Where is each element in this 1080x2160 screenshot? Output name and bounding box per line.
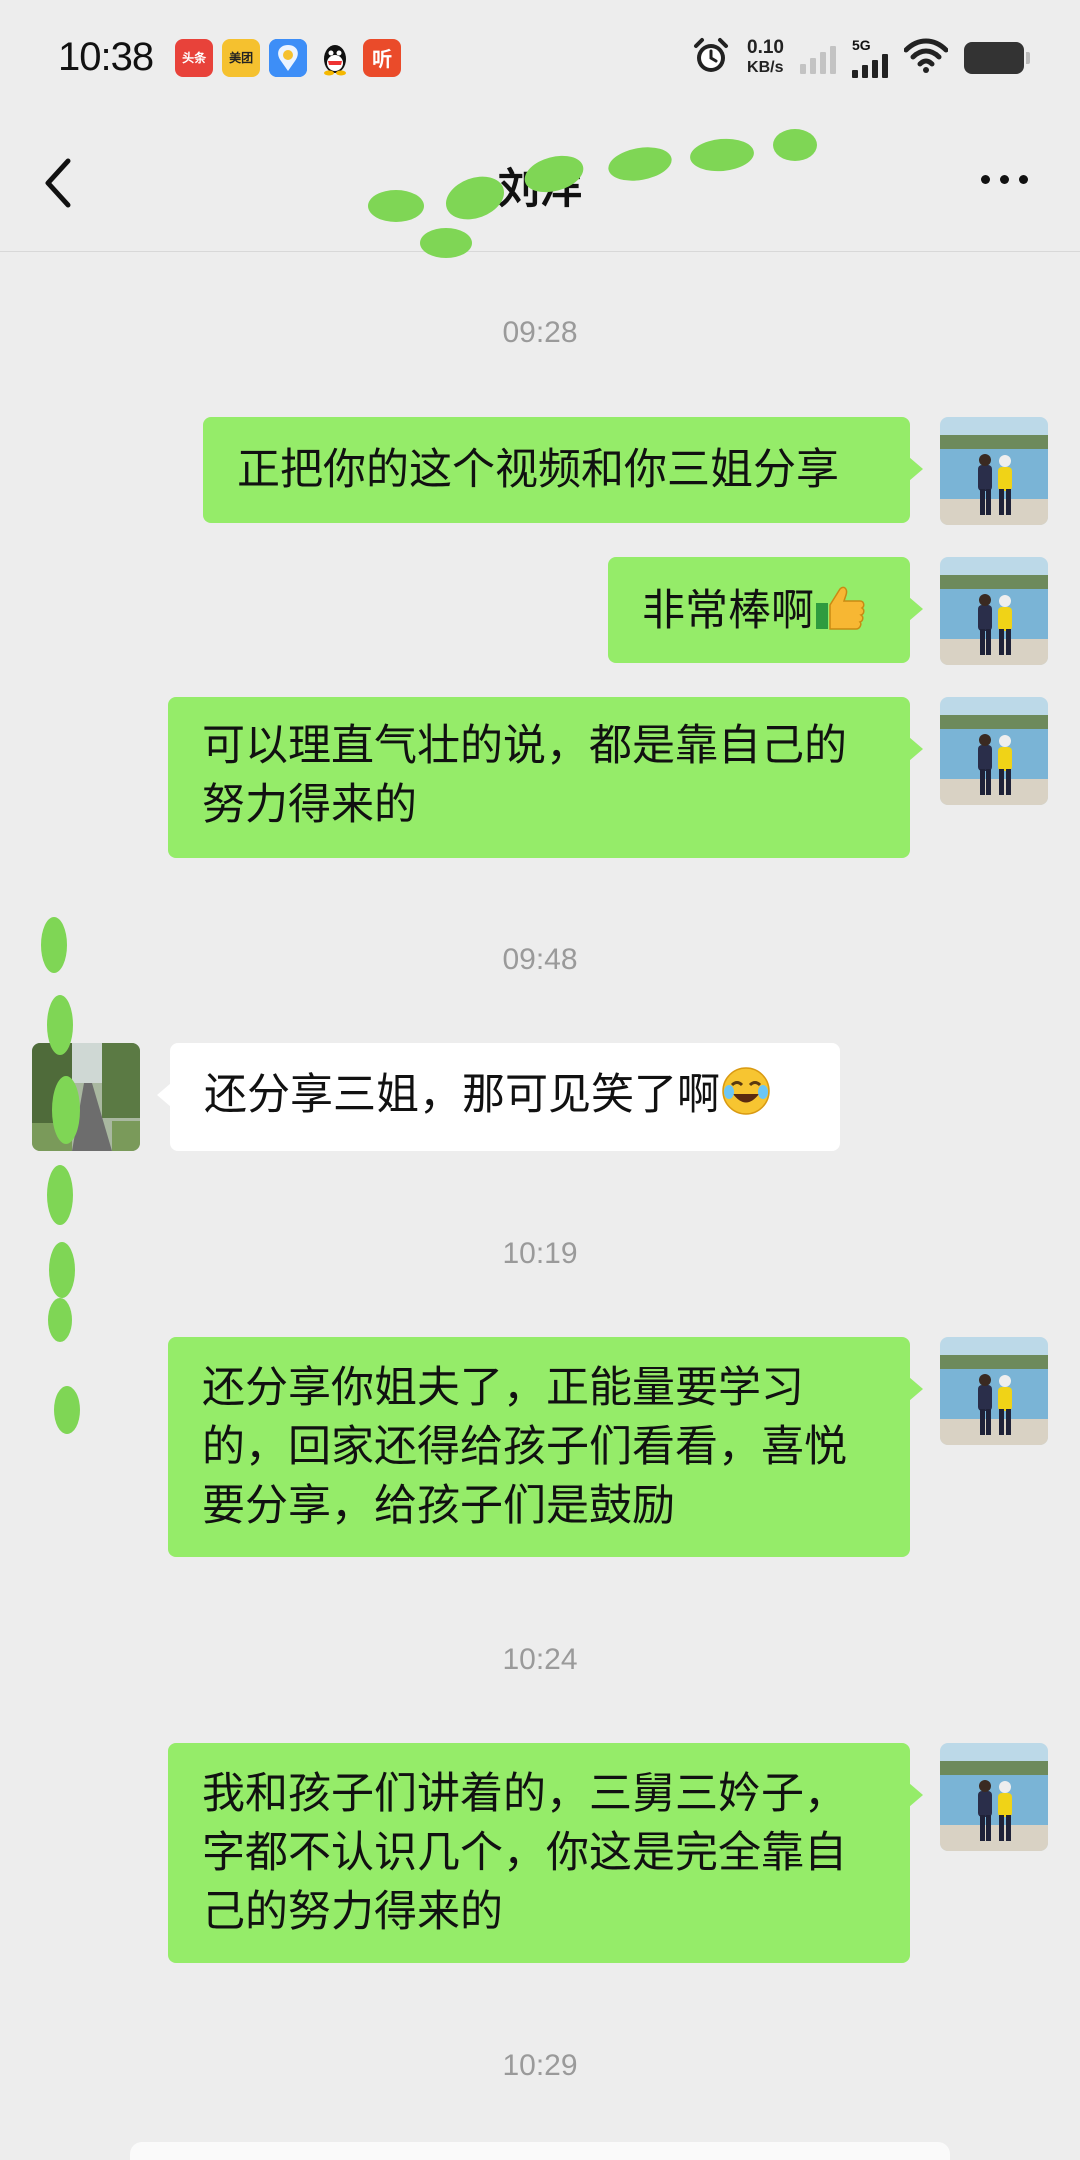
message-line: 字都不认识几个，你这是完全靠自 [202,1828,847,1878]
my-avatar[interactable] [940,1337,1048,1445]
timestamp: 10:29 [502,2049,578,2082]
message-line: 的，回家还得给孩子们看看，喜悦 [202,1422,847,1472]
ting-icon: 听 [363,38,402,77]
timestamp: 09:28 [502,316,578,349]
status-bar: 10:38 头条 美团 听 0.10 KB/s 5G [0,0,1080,115]
wifi-icon [903,38,949,78]
message-bubble-outgoing[interactable]: 可以理直气壮的说，都是靠自己的 努力得来的 [168,697,923,858]
chat-title: 刘洋 [497,164,582,213]
message-text: 正把你的这个视频和你三姐分享 [237,445,839,495]
message-text: 非常棒啊 [642,586,814,636]
toutiao-icon: 头条 [175,38,214,77]
network-speed: 0.10 KB/s [747,36,784,76]
my-avatar[interactable] [940,697,1048,805]
status-time: 10:38 [58,35,154,79]
message-line: 我和孩子们讲着的，三舅三妗子， [202,1769,847,1819]
rolling-laugh-emoji-icon [720,1065,772,1117]
my-avatar[interactable] [940,557,1048,665]
contact-avatar[interactable] [32,1043,140,1151]
message-line: 努力得来的 [202,780,417,830]
battery-icon [964,41,1030,74]
files-icon [269,38,308,77]
timestamp: 09:48 [502,943,578,976]
my-avatar[interactable] [940,417,1048,525]
signal-sim1-icon [800,42,836,74]
thumbs-up-icon [814,581,866,633]
message-bubble-outgoing[interactable]: 还分享你姐夫了，正能量要学习 的，回家还得给孩子们看看，喜悦 要分享，给孩子们是… [168,1337,923,1557]
message-text: 还分享三姐，那可见笑了啊 [204,1070,720,1120]
signal-5g-icon: 5G [852,38,888,78]
message-bubble-outgoing[interactable]: 正把你的这个视频和你三姐分享 [203,417,923,523]
message-line: 要分享，给孩子们是鼓励 [202,1481,675,1531]
message-line: 可以理直气壮的说，都是靠自己的 [202,721,847,771]
chat-header: 刘洋 [0,115,1080,252]
alarm-icon [691,36,731,80]
meituan-icon: 美团 [222,38,261,77]
message-bubble-incoming[interactable]: 还分享三姐，那可见笑了啊 [157,1043,840,1151]
timestamp: 10:24 [502,1643,578,1676]
next-message-peek [130,2142,950,2160]
my-avatar[interactable] [940,1743,1048,1851]
message-line: 还分享你姐夫了，正能量要学习 [202,1363,804,1413]
timestamp: 10:19 [502,1237,578,1270]
more-options-icon[interactable] [981,175,1028,184]
message-bubble-outgoing[interactable]: 我和孩子们讲着的，三舅三妗子， 字都不认识几个，你这是完全靠自 己的努力得来的 [168,1743,923,1963]
qq-icon [316,39,354,77]
message-bubble-outgoing[interactable]: 非常棒啊 [608,557,923,663]
message-line: 己的努力得来的 [202,1887,503,1937]
